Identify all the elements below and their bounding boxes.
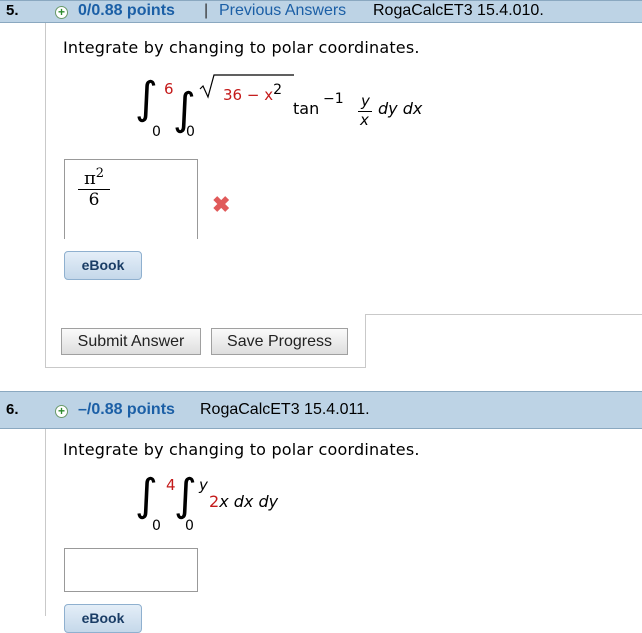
expand-plus-icon[interactable]: + xyxy=(55,405,68,418)
inner-upper-radicand: 36 − x2 xyxy=(223,82,282,104)
inner-lower-limit: 0 xyxy=(186,124,195,140)
integral-expression: ∫ 6 0 ∫ 0 36 − x2 tan −1 y x dy dx xyxy=(135,70,445,145)
panel-side-border xyxy=(365,314,366,368)
question-number: 6. xyxy=(6,401,19,418)
fraction-denominator: x xyxy=(360,111,369,129)
integrand-coefficient: 2 xyxy=(209,492,220,511)
fraction-numerator: y xyxy=(361,92,370,110)
integral-sign-outer: ∫ xyxy=(135,73,158,124)
question-code: RogaCalcET3 15.4.010. xyxy=(373,2,544,19)
ebook-button[interactable]: eBook xyxy=(64,251,142,280)
question-number: 5. xyxy=(6,2,19,19)
answer-numerator: π xyxy=(83,168,96,189)
question-prompt: Integrate by changing to polar coordinat… xyxy=(63,38,420,57)
answer-exponent: 2 xyxy=(95,166,105,181)
integral-sign-inner: ∫ xyxy=(174,470,197,521)
question-prompt: Integrate by changing to polar coordinat… xyxy=(63,440,420,459)
separator: | xyxy=(204,2,209,19)
outer-lower-limit: 0 xyxy=(152,518,161,534)
radicand-exponent: 2 xyxy=(273,82,282,98)
ebook-button[interactable]: eBook xyxy=(64,604,142,633)
points-link[interactable]: 0/0.88 points xyxy=(78,2,175,20)
integral-expression: ∫ 4 0 ∫ y 0 2x dx dy xyxy=(135,470,335,540)
question-5-header: 5. + 0/0.88 points | Previous Answers Ro… xyxy=(0,0,642,23)
answer-numerator-line: π2 xyxy=(74,166,114,189)
radicand-constant: 36 − x xyxy=(223,86,274,104)
question-code: RogaCalcET3 15.4.011. xyxy=(200,401,370,418)
inner-lower-limit: 0 xyxy=(185,518,194,534)
function-exponent: −1 xyxy=(323,91,344,107)
answer-math: π2 6 xyxy=(74,166,114,210)
submit-answer-button[interactable]: Submit Answer xyxy=(61,328,201,355)
integrand: 2x dx dy xyxy=(209,492,278,511)
expand-plus-icon[interactable]: + xyxy=(55,6,68,19)
panel-top-border xyxy=(365,314,642,315)
panel-bottom-border xyxy=(45,367,365,368)
question-6-panel xyxy=(45,429,46,616)
function-name: tan xyxy=(293,99,320,118)
previous-answers-link[interactable]: Previous Answers xyxy=(219,2,346,20)
inner-upper-limit: y xyxy=(199,476,208,494)
points-link[interactable]: –/0.88 points xyxy=(78,401,175,419)
question-6-header: 6. + –/0.88 points RogaCalcET3 15.4.011. xyxy=(0,391,642,429)
save-progress-button[interactable]: Save Progress xyxy=(211,328,348,355)
differentials: dy dx xyxy=(378,99,423,118)
answer-denominator: 6 xyxy=(88,190,100,210)
answer-input[interactable] xyxy=(64,548,198,592)
outer-lower-limit: 0 xyxy=(152,124,161,140)
integrand-rest: x dx dy xyxy=(219,492,279,511)
incorrect-x-icon: ✖ xyxy=(212,192,231,217)
integral-sign-outer: ∫ xyxy=(135,470,158,521)
